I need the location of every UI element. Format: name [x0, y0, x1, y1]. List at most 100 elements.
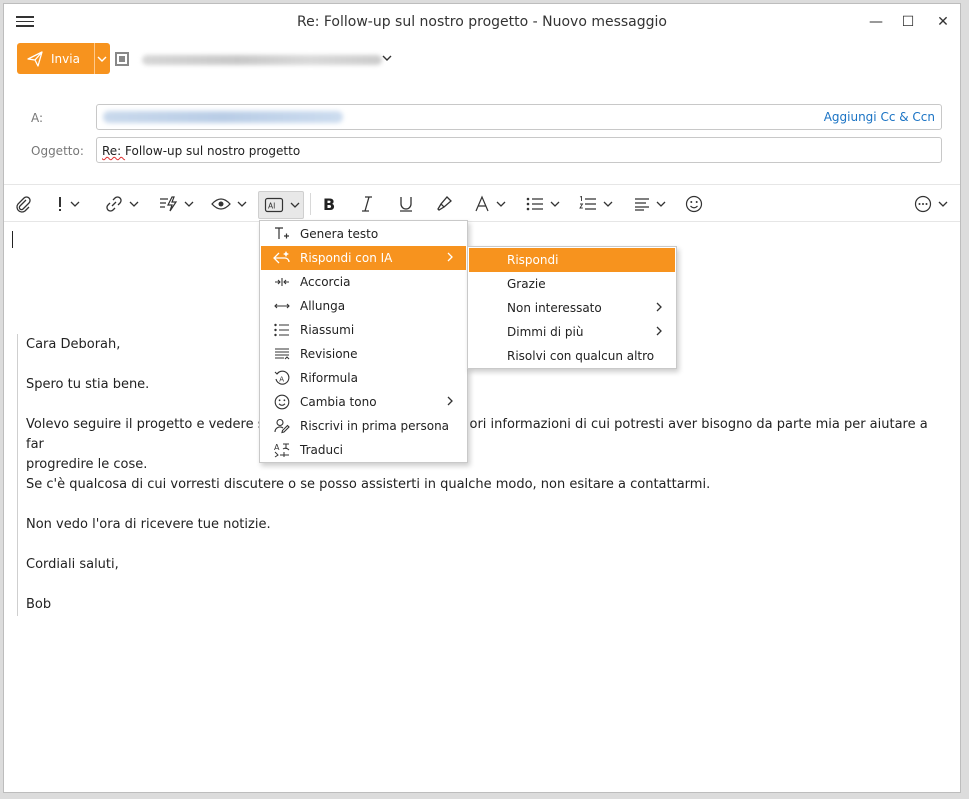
exclamation-icon [59, 197, 61, 211]
submenu-item-risolvi-altro[interactable]: Risolvi con qualcun altro [469, 344, 675, 368]
body-signature: Bob [26, 597, 52, 612]
more-icon [914, 195, 932, 213]
chevron-right-icon [656, 326, 662, 336]
menu-item-genera-testo[interactable]: Genera testo [261, 222, 466, 246]
from-chevron-down-icon[interactable] [382, 53, 392, 63]
shorten-icon [275, 278, 289, 286]
menu-item-allunga[interactable]: Allunga [261, 294, 466, 318]
send-label: Invia [51, 51, 80, 66]
body-paragraph: Spero tu stia bene. [26, 377, 150, 392]
body-paragraph: Se c'è qualcosa di cui vorresti discuter… [26, 477, 711, 492]
more-options-button[interactable] [914, 193, 948, 215]
to-label: A: [31, 111, 44, 125]
link-icon [106, 196, 122, 212]
bullet-list-button[interactable] [526, 193, 560, 215]
link-button[interactable] [105, 193, 139, 215]
ai-dropdown-menu: Genera testo Rispondi con IA Accorcia Al… [259, 220, 468, 463]
maximize-button[interactable]: ☐ [894, 10, 922, 34]
align-button[interactable] [634, 193, 666, 215]
to-field[interactable]: Aggiungi Cc & Ccn [96, 104, 942, 130]
submenu-item-grazie[interactable]: Grazie [469, 272, 675, 296]
send-button[interactable]: Invia [17, 43, 94, 74]
quick-text-button[interactable] [158, 193, 194, 215]
title-bar: Re: Follow-up sul nostro progetto - Nuov… [4, 4, 960, 40]
numbered-list-button[interactable] [579, 193, 613, 215]
subject-label: Oggetto: [31, 144, 84, 158]
submenu-item-rispondi[interactable]: Rispondi [469, 248, 675, 272]
compose-window: Re: Follow-up sul nostro progetto - Nuov… [3, 3, 961, 793]
menu-item-riscrivi-prima-persona[interactable]: Riscrivi in prima persona [261, 414, 466, 438]
submenu-item-dimmi-di-piu[interactable]: Dimmi di più [469, 320, 675, 344]
emoji-button[interactable] [685, 193, 703, 215]
close-button[interactable]: ✕ [929, 10, 957, 34]
first-person-icon [274, 418, 290, 434]
ai-icon: AI [264, 197, 284, 213]
subject-field[interactable]: Re: Follow-up sul nostro progetto [96, 137, 942, 163]
smiley-icon [685, 195, 703, 213]
underline-button[interactable] [398, 193, 414, 215]
menu-item-cambia-tono[interactable]: Cambia tono [261, 390, 466, 414]
summarize-icon [274, 323, 289, 337]
svg-text:A: A [274, 443, 280, 452]
eye-icon [211, 198, 231, 210]
window-title: Re: Follow-up sul nostro progetto - Nuov… [296, 14, 667, 30]
chevron-down-icon [97, 56, 107, 62]
submenu-item-non-interessato[interactable]: Non interessato [469, 296, 675, 320]
italic-icon [362, 196, 372, 212]
formatting-toolbar: AI B [4, 184, 960, 222]
add-cc-bcc-link[interactable]: Aggiungi Cc & Ccn [824, 110, 935, 124]
svg-text:A: A [279, 376, 284, 384]
importance-button[interactable] [56, 193, 80, 215]
quoted-text-bar [17, 334, 18, 616]
chevron-down-icon [129, 201, 139, 207]
chevron-down-icon [496, 201, 506, 207]
quick-text-icon [160, 196, 178, 212]
minimize-button[interactable]: — [862, 10, 890, 34]
font-button[interactable] [474, 193, 506, 215]
chevron-right-icon [447, 252, 453, 262]
rephrase-icon: A [274, 370, 290, 385]
menu-item-riformula[interactable]: A Riformula [261, 366, 466, 390]
tone-icon [274, 394, 290, 410]
body-closing: Cordiali saluti, [26, 557, 119, 572]
svg-text:B: B [323, 195, 335, 213]
paintbrush-icon [437, 196, 452, 211]
format-painter-button[interactable] [435, 193, 453, 215]
menu-item-revisione[interactable]: Revisione [261, 342, 466, 366]
chevron-down-icon [550, 201, 560, 207]
review-icon [275, 348, 290, 360]
menu-item-traduci[interactable]: A Traduci [261, 438, 466, 462]
from-account-redacted[interactable] [142, 55, 382, 65]
align-left-icon [635, 198, 649, 211]
attach-button[interactable] [14, 193, 32, 215]
generate-text-icon [275, 227, 289, 239]
send-options-button[interactable] [93, 43, 110, 74]
menu-item-accorcia[interactable]: Accorcia [261, 270, 466, 294]
bold-icon: B [323, 195, 335, 213]
account-icon [115, 52, 129, 66]
bold-button[interactable]: B [321, 193, 337, 215]
menu-item-rispondi-con-ia[interactable]: Rispondi con IA [261, 246, 466, 270]
chevron-down-icon [70, 201, 80, 207]
ai-assistant-button[interactable]: AI [258, 191, 304, 219]
chevron-down-icon [184, 201, 194, 207]
ai-reply-icon [273, 251, 290, 264]
bullet-list-icon [526, 197, 543, 211]
subject-value: Re: Follow-up sul nostro progetto [102, 144, 301, 158]
body-paragraph: Volevo seguire il progetto e vedere s ori… [26, 417, 928, 472]
read-receipt-button[interactable] [211, 193, 247, 215]
send-split-button: Invia [17, 43, 110, 74]
lengthen-icon [274, 303, 290, 309]
underline-icon [400, 197, 412, 212]
toolbar-separator [310, 193, 311, 215]
font-icon [475, 195, 489, 212]
chevron-down-icon [603, 201, 613, 207]
ai-reply-submenu: Rispondi Grazie Non interessato Dimmi di… [467, 246, 677, 369]
chevron-down-icon [237, 201, 247, 207]
menu-item-riassumi[interactable]: Riassumi [261, 318, 466, 342]
chevron-down-icon [656, 201, 666, 207]
to-recipient-redacted [103, 111, 343, 123]
numbered-list-icon [579, 196, 596, 210]
body-paragraph: Non vedo l'ora di ricevere tue notizie. [26, 517, 271, 532]
italic-button[interactable] [360, 193, 374, 215]
